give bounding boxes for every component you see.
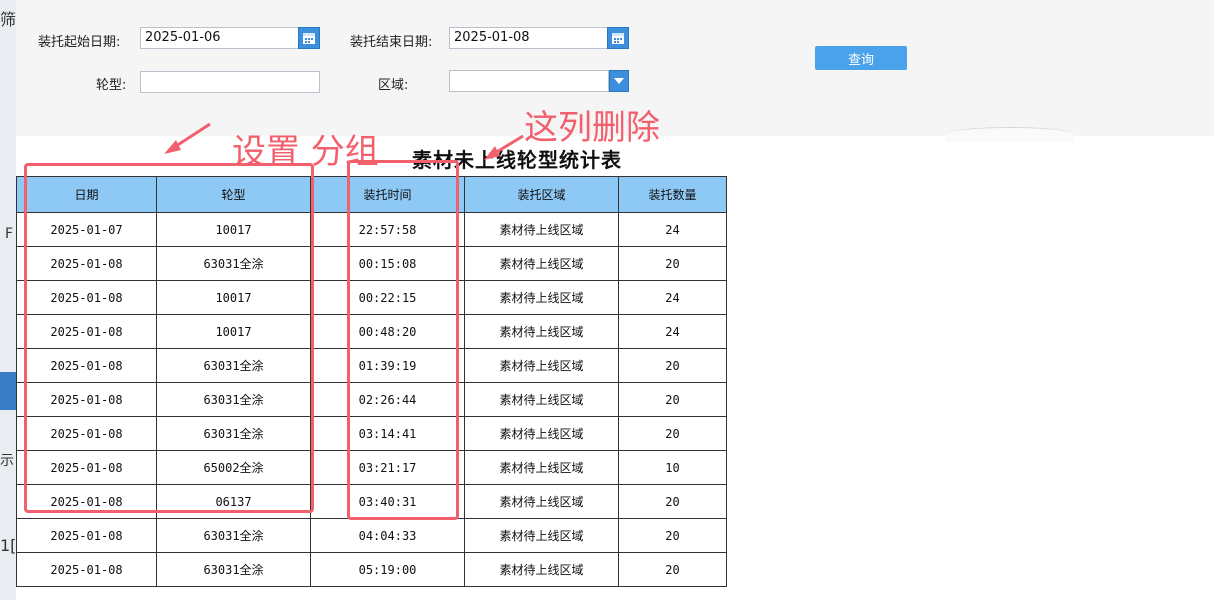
arrowhead-icon [164, 140, 181, 154]
arrowhead-icon [484, 146, 500, 160]
annotation-arrows [164, 122, 524, 160]
